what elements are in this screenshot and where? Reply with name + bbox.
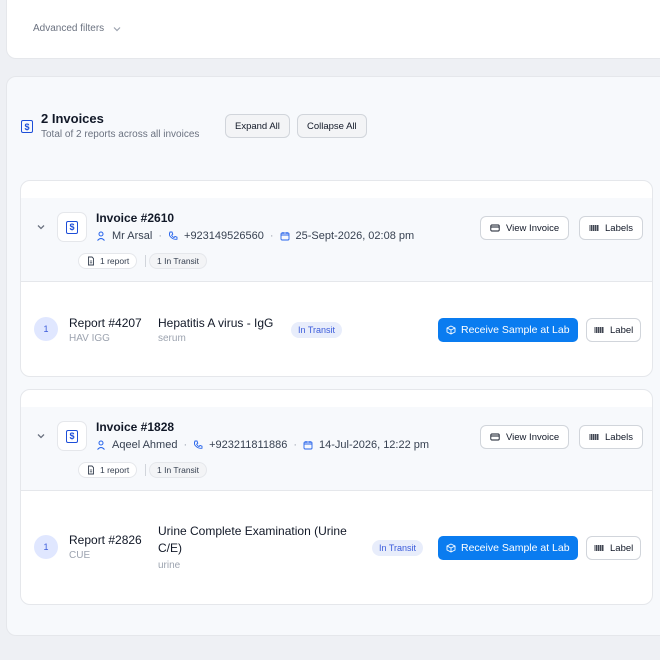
package-icon [446,325,456,335]
invoices-summary: $ 2 Invoices Total of 2 reports across a… [21,111,199,140]
report-code: HAV IGG [69,333,110,344]
dollar-icon: $ [66,220,78,234]
patient-phone: +923211811886 [209,439,288,451]
status-badge: In Transit [291,322,343,338]
sample-type: serum [158,333,186,344]
filters-panel: Advanced filters [6,0,660,59]
reports-count-tag: 1 report [78,253,138,269]
document-icon [88,465,94,475]
phone-icon [194,440,203,449]
status-badge: In Transit [372,540,424,556]
report-number: Report #2826 [69,533,142,547]
transit-count-tag: 1 In Transit [149,253,208,269]
labels-button[interactable]: Labels [579,216,643,240]
transit-count-tag: 1 In Transit [149,462,208,478]
barcode-icon [594,545,604,551]
invoice-icon: $ [57,421,87,451]
invoice-card: $ Invoice #1828 Aqeel Ahmed · +923211811… [20,389,653,605]
advanced-filters-label: Advanced filters [33,23,105,34]
expand-all-button[interactable]: Expand All [225,114,290,138]
invoice-date: 14-Jul-2026, 12:22 pm [318,439,430,451]
user-icon [97,440,105,450]
sample-type: urine [158,560,181,571]
user-icon [97,231,105,241]
patient-phone: +923149526560 [184,230,264,242]
chevron-down-icon [113,26,121,31]
report-index: 1 [34,317,58,341]
card-icon [490,433,500,441]
divider [145,255,146,267]
invoices-count-subtitle: Total of 2 reports across all invoices [41,129,200,140]
patient-name: Aqeel Ahmed [112,439,178,451]
report-number: Report #4207 [69,316,142,330]
label-button[interactable]: Label [586,318,642,342]
view-invoice-button[interactable]: View Invoice [480,425,570,449]
calendar-icon [303,441,313,450]
invoice-meta: Aqeel Ahmed · +923211811886 · 14-Jul-202… [96,439,429,451]
barcode-icon [589,434,599,440]
invoice-meta: Mr Arsal · +923149526560 · 25-Sept-2026,… [96,230,414,242]
invoice-icon: $ [57,212,87,242]
invoice-number: Invoice #1828 [96,420,175,434]
invoices-panel: $ 2 Invoices Total of 2 reports across a… [6,76,660,636]
report-row: 1 Report #4207 HAV IGG Hepatitis A virus… [21,283,652,376]
labels-button[interactable]: Labels [579,425,643,449]
invoice-card: $ Invoice #2610 Mr Arsal · +923149526560… [20,180,653,377]
document-icon [88,256,94,266]
patient-name: Mr Arsal [112,230,153,242]
phone-icon [169,231,178,240]
label-button[interactable]: Label [586,536,642,560]
barcode-icon [589,225,599,231]
receive-sample-button[interactable]: Receive Sample at Lab [438,536,578,560]
test-name: Hepatitis A virus - IgG [158,316,274,330]
receive-sample-button[interactable]: Receive Sample at Lab [438,318,578,342]
package-icon [446,543,456,553]
test-name: Urine Complete Examination (Urine C/E) [158,524,347,555]
chevron-down-icon[interactable] [35,430,47,442]
invoices-count-title: 2 Invoices [41,111,104,126]
card-icon [490,224,500,232]
collapse-all-button[interactable]: Collapse All [297,114,367,138]
divider [145,464,146,476]
advanced-filters-toggle[interactable]: Advanced filters [33,23,122,34]
view-invoice-button[interactable]: View Invoice [480,216,570,240]
calendar-icon [280,232,289,241]
report-row: 1 Report #2826 CUE Urine Complete Examin… [21,492,652,604]
reports-count-tag: 1 report [78,462,138,478]
invoice-date: 25-Sept-2026, 02:08 pm [295,230,415,242]
report-index: 1 [34,535,58,559]
barcode-icon [594,327,604,333]
invoice-dollar-icon: $ [21,120,33,133]
dollar-icon: $ [66,429,78,443]
report-code: CUE [69,550,91,561]
invoice-number: Invoice #2610 [96,211,175,225]
chevron-down-icon[interactable] [35,221,47,233]
